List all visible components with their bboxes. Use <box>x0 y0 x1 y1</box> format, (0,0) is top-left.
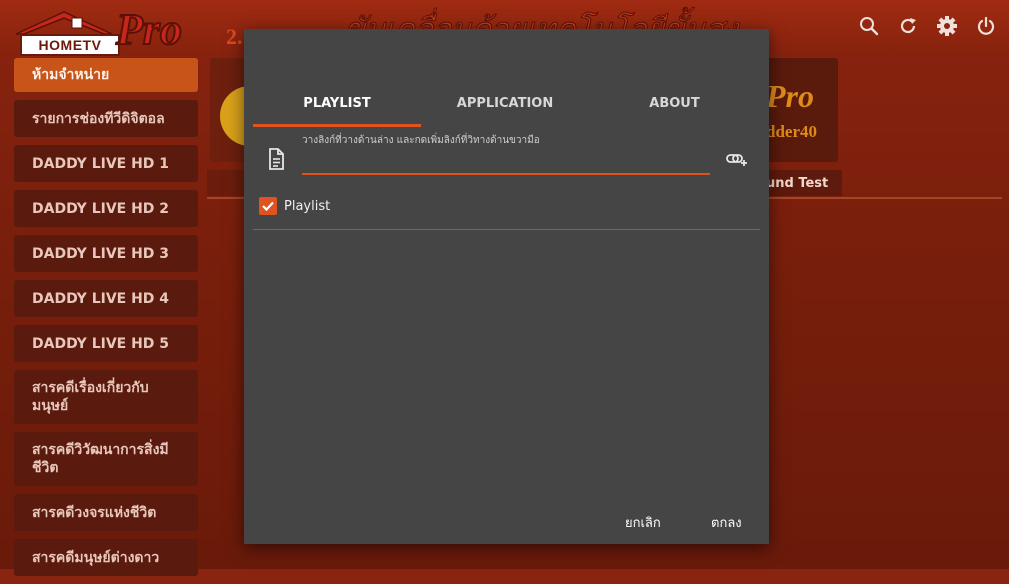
banner-line-2: dder40 <box>766 122 817 141</box>
settings-icon[interactable] <box>934 13 960 39</box>
banner-line-1: Pro <box>766 78 814 114</box>
sidebar-item-daddy-live-2[interactable]: DADDY LIVE HD 2 <box>14 190 198 227</box>
power-icon[interactable] <box>973 13 999 39</box>
dialog-divider <box>253 229 760 230</box>
sidebar-item-daddy-live-3[interactable]: DADDY LIVE HD 3 <box>14 235 198 272</box>
sidebar-item-evolution-docs[interactable]: สารคดีวิวัฒนาการสิ่งมีชีวิต <box>14 432 198 486</box>
tab-application[interactable]: APPLICATION <box>421 89 589 127</box>
add-link-icon <box>726 154 747 166</box>
logo-pro-text: Pro <box>115 5 183 55</box>
playlist-checkbox[interactable] <box>259 197 277 215</box>
sidebar-item-not-for-sale[interactable]: ห้ามจำหน่าย <box>14 58 198 92</box>
sidebar-item-daddy-live-4[interactable]: DADDY LIVE HD 4 <box>14 280 198 317</box>
background-tab-sound-test[interactable]: und Test <box>766 170 842 196</box>
sidebar-item-label: สารคดีวงจรแห่งชีวิต <box>32 504 157 521</box>
sidebar-item-label: DADDY LIVE HD 5 <box>32 335 170 352</box>
app-logo: HOMETV Pro 2.1 <box>12 5 257 56</box>
tab-playlist[interactable]: PLAYLIST <box>253 89 421 127</box>
sidebar-item-life-cycle-docs[interactable]: สารคดีวงจรแห่งชีวิต <box>14 494 198 531</box>
logo-home-text: HOMETV <box>20 34 120 56</box>
top-actions <box>856 13 999 39</box>
sidebar-item-daddy-live-5[interactable]: DADDY LIVE HD 5 <box>14 325 198 362</box>
cancel-button[interactable]: ยกเลิก <box>625 512 661 533</box>
sidebar-item-label: DADDY LIVE HD 1 <box>32 155 170 172</box>
channel-sidebar: ห้ามจำหน่าย รายการช่องทีวีดิจิตอล DADDY … <box>14 58 198 584</box>
playlist-dialog: PLAYLIST APPLICATION ABOUT วางลิงก์ที่วา… <box>244 29 769 544</box>
dialog-tabs: PLAYLIST APPLICATION ABOUT <box>253 89 760 127</box>
add-link-button[interactable] <box>724 146 750 172</box>
tab-about[interactable]: ABOUT <box>589 89 760 127</box>
ok-button[interactable]: ตกลง <box>711 512 742 533</box>
sidebar-item-alien-docs[interactable]: สารคดีมนุษย์ต่างดาว <box>14 539 198 576</box>
refresh-icon[interactable] <box>895 13 921 39</box>
sidebar-item-label: DADDY LIVE HD 3 <box>32 245 170 262</box>
playlist-url-input[interactable] <box>302 149 710 175</box>
sidebar-item-label: DADDY LIVE HD 2 <box>32 200 170 217</box>
sidebar-item-daddy-live-1[interactable]: DADDY LIVE HD 1 <box>14 145 198 182</box>
sidebar-item-label: สารคดีมนุษย์ต่างดาว <box>32 549 160 566</box>
promo-banner: Pro dder40 <box>766 58 838 162</box>
check-icon <box>262 201 274 212</box>
playlist-checkbox-label: Playlist <box>284 198 331 214</box>
sidebar-item-label: สารคดีเรื่องเกี่ยวกับมนุษย์ <box>32 380 149 414</box>
sidebar-item-human-docs[interactable]: สารคดีเรื่องเกี่ยวกับมนุษย์ <box>14 370 198 424</box>
sidebar-item-label: รายการช่องทีวีดิจิตอล <box>32 110 165 127</box>
sidebar-item-digital-tv[interactable]: รายการช่องทีวีดิจิตอล <box>14 100 198 137</box>
sidebar-item-label: ห้ามจำหน่าย <box>32 67 110 83</box>
sidebar-item-label: สารคดีวิวัฒนาการสิ่งมีชีวิต <box>32 442 169 476</box>
document-icon <box>269 148 284 170</box>
background-tab <box>207 170 247 196</box>
playlist-url-label: วางลิงก์ที่วางด้านล่าง และกดเพิ่มลิงก์ที… <box>302 135 540 146</box>
playlist-checkbox-row[interactable]: Playlist <box>259 197 330 215</box>
sidebar-item-label: DADDY LIVE HD 4 <box>32 290 170 307</box>
search-icon[interactable] <box>856 13 882 39</box>
